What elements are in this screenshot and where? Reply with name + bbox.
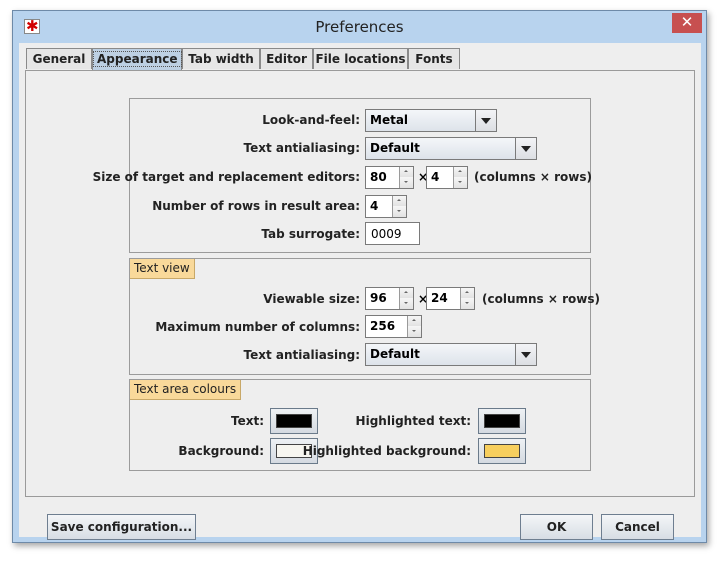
chevron-down-icon[interactable] (475, 110, 496, 131)
text-colour-button[interactable] (270, 408, 318, 434)
columns-rows-unit: (columns × rows) (474, 170, 592, 184)
text-antialiasing-label: Text antialiasing: (243, 141, 360, 155)
general-appearance-group: Look-and-feel: Metal Text antialiasing: … (93, 98, 592, 253)
ok-button[interactable]: OK (520, 514, 593, 540)
background-colour-label: Background: (178, 444, 264, 458)
tab-label: Fonts (415, 52, 453, 66)
text-area-colours-title: Text area colours (130, 380, 242, 400)
appearance-panel: Look-and-feel: Metal Text antialiasing: … (25, 70, 695, 497)
spinner-value: 4 (370, 199, 379, 213)
viewable-columns-spinner[interactable]: 96 (365, 287, 414, 310)
tab-editor[interactable]: Editor (260, 48, 313, 69)
text-view-group: Text view Viewable size: 96 × 24 (column… (129, 258, 600, 375)
tab-surrogate-field[interactable]: 0009 (365, 222, 420, 245)
spinner-down-icon[interactable] (399, 177, 413, 188)
text-antialiasing-select[interactable]: Default (365, 137, 537, 160)
close-button[interactable]: ✕ (672, 13, 702, 33)
look-and-feel-label: Look-and-feel: (262, 113, 360, 127)
highlighted-text-colour-button[interactable] (478, 408, 526, 434)
viewable-size-label: Viewable size: (263, 292, 360, 306)
tab-tab-width[interactable]: Tab width (182, 48, 260, 69)
text-colour-swatch (276, 414, 312, 428)
spinner-value: 4 (431, 170, 440, 184)
text-view-title: Text view (130, 259, 195, 279)
look-and-feel-select[interactable]: Metal (365, 109, 497, 132)
title-bar[interactable]: ✱ Preferences ✕ (13, 11, 706, 43)
spinner-value: 256 (370, 319, 396, 333)
tab-label: Appearance (93, 51, 182, 67)
spinner-down-icon[interactable] (399, 298, 413, 309)
spinner-down-icon[interactable] (453, 177, 467, 188)
viewable-rows-spinner[interactable]: 24 (426, 287, 475, 310)
spinner-value: 24 (431, 291, 448, 305)
preferences-window: ✱ Preferences ✕ General Appearance Tab w… (12, 10, 707, 543)
text-view-antialiasing-label: Text antialiasing: (243, 348, 360, 362)
highlighted-text-label: Highlighted text: (355, 414, 471, 428)
tab-surrogate-label: Tab surrogate: (261, 227, 360, 241)
spinner-value: 96 (370, 291, 387, 305)
text-colour-label: Text: (230, 414, 264, 428)
save-configuration-button[interactable]: Save configuration... (47, 514, 196, 540)
highlighted-text-colour-swatch (484, 414, 520, 428)
select-value: Default (370, 141, 420, 155)
result-rows-spinner[interactable]: 4 (365, 195, 407, 218)
chevron-down-icon[interactable] (515, 344, 536, 365)
text-view-antialiasing-select[interactable]: Default (365, 343, 537, 366)
tab-general[interactable]: General (26, 48, 92, 69)
cancel-button[interactable]: Cancel (601, 514, 674, 540)
highlighted-background-label: Highlighted background: (302, 444, 471, 458)
tab-label: Editor (266, 52, 307, 66)
tab-file-locations[interactable]: File locations (313, 48, 408, 69)
tab-label: Tab width (188, 52, 254, 66)
columns-rows-unit: (columns × rows) (482, 292, 600, 306)
tab-label: File locations (315, 52, 406, 66)
tab-appearance[interactable]: Appearance (92, 48, 182, 70)
highlighted-background-colour-swatch (484, 444, 520, 458)
max-columns-label: Maximum number of columns: (155, 320, 360, 334)
spinner-down-icon[interactable] (407, 326, 421, 337)
spinner-down-icon[interactable] (392, 206, 406, 217)
select-value: Metal (370, 113, 409, 127)
dialog-content: General Appearance Tab width Editor File… (19, 43, 701, 540)
editor-columns-spinner[interactable]: 80 (365, 166, 414, 189)
text-area-colours-group: Text area colours Text: Highlighted text… (129, 379, 591, 471)
window-title: Preferences (315, 18, 404, 36)
spinner-down-icon[interactable] (460, 298, 474, 309)
result-rows-label: Number of rows in result area: (152, 199, 360, 213)
chevron-down-icon[interactable] (515, 138, 536, 159)
select-value: Default (370, 347, 420, 361)
spinner-value: 80 (370, 170, 387, 184)
editor-rows-spinner[interactable]: 4 (426, 166, 468, 189)
editor-size-label: Size of target and replacement editors: (92, 170, 360, 184)
tab-fonts[interactable]: Fonts (408, 48, 460, 69)
tab-label: General (32, 52, 86, 66)
max-columns-spinner[interactable]: 256 (365, 315, 422, 338)
highlighted-background-colour-button[interactable] (478, 438, 526, 464)
